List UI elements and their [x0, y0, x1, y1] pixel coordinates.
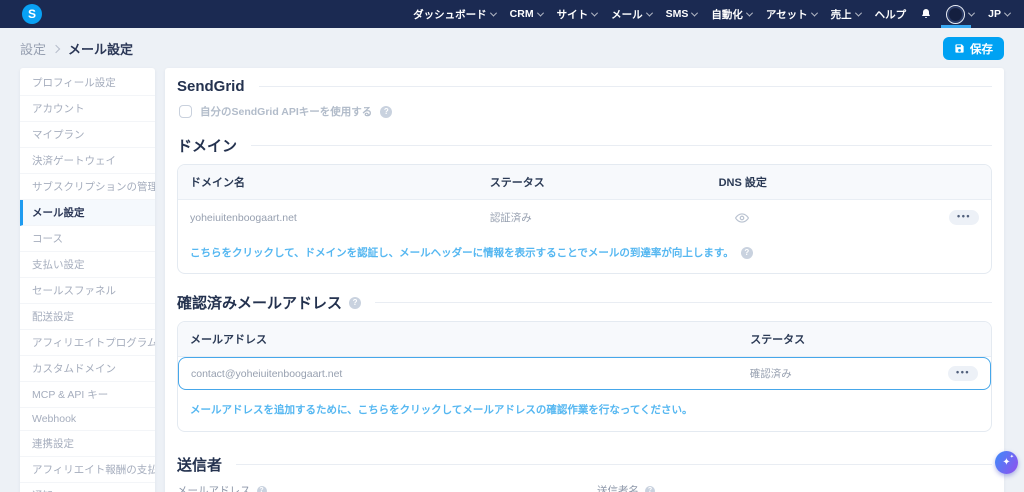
- domain-title: ドメイン: [177, 135, 237, 156]
- breadcrumb-separator-icon: [52, 44, 60, 52]
- avatar: [946, 5, 965, 24]
- chevron-down-icon: [968, 9, 975, 16]
- verified-emails-title: 確認済みメールアドレス: [177, 292, 342, 313]
- nav-help[interactable]: ヘルプ: [875, 7, 907, 22]
- help-icon[interactable]: ?: [741, 247, 753, 259]
- divider: [259, 86, 992, 87]
- domain-name-cell: yoheiuitenboogaart.net: [190, 212, 490, 224]
- breadcrumb-bar: 設定 メール設定 保存: [0, 28, 1024, 68]
- nav-sms[interactable]: SMS: [666, 8, 698, 20]
- settings-sidebar: プロフィール設定 アカウント マイプラン 決済ゲートウェイ サブスクリプションの…: [20, 68, 155, 492]
- nav-mail[interactable]: メール: [611, 7, 652, 22]
- nav-assets[interactable]: アセット: [766, 7, 817, 22]
- divider: [375, 302, 992, 303]
- chevron-down-icon: [646, 9, 653, 16]
- divider: [251, 145, 992, 146]
- sender-email-label: メールアドレス ?: [177, 483, 577, 492]
- domain-dns-header: DNS 設定: [719, 174, 893, 190]
- sendgrid-section-header: SendGrid: [177, 78, 992, 95]
- chevron-down-icon: [1004, 9, 1011, 16]
- sidebar-item-account[interactable]: アカウント: [20, 96, 155, 122]
- email-status-header: ステータス: [750, 331, 931, 347]
- email-row-actions-button[interactable]: •••: [948, 366, 978, 381]
- chevron-down-icon: [490, 9, 497, 16]
- domain-row-actions-button[interactable]: •••: [949, 210, 979, 225]
- chevron-down-icon: [691, 9, 698, 16]
- nav-site[interactable]: サイト: [557, 7, 598, 22]
- sender-fields: メールアドレス ? contact@yoheiuitenboogaart.net…: [177, 483, 992, 492]
- sender-title: 送信者: [177, 454, 222, 475]
- sidebar-item-profile[interactable]: プロフィール設定: [20, 70, 155, 96]
- sendgrid-api-key-label: 自分のSendGrid APIキーを使用する: [200, 104, 372, 119]
- help-icon[interactable]: ?: [380, 106, 392, 118]
- sidebar-item-sales-funnel[interactable]: セールスファネル: [20, 278, 155, 304]
- nav-automation[interactable]: 自動化: [711, 7, 752, 22]
- active-tab-indicator: [941, 25, 971, 28]
- help-icon[interactable]: ?: [645, 486, 655, 492]
- email-cell: contact@yoheiuitenboogaart.net: [191, 368, 750, 380]
- help-icon[interactable]: ?: [349, 297, 361, 309]
- sidebar-item-affiliate-program[interactable]: アフィリエイトプログラム: [20, 330, 155, 356]
- user-menu[interactable]: [946, 0, 974, 28]
- verified-emails-table-header: メールアドレス ステータス: [178, 322, 991, 357]
- app-logo[interactable]: S: [22, 4, 42, 24]
- mail-settings-panel: SendGrid 自分のSendGrid APIキーを使用する ? ドメイン ド…: [165, 68, 1004, 492]
- sidebar-item-myplan[interactable]: マイプラン: [20, 122, 155, 148]
- sender-section-header: 送信者: [177, 454, 992, 475]
- sidebar-item-shipping[interactable]: 配送設定: [20, 304, 155, 330]
- divider: [236, 464, 992, 465]
- domain-table: ドメイン名 ステータス DNS 設定 yoheiuitenboogaart.ne…: [177, 164, 992, 274]
- sidebar-item-course[interactable]: コース: [20, 226, 155, 252]
- sparkle-icon: ✦: [1010, 454, 1014, 460]
- domain-status-cell: 認証済み: [490, 210, 719, 225]
- sidebar-item-integrations[interactable]: 連携設定: [20, 431, 155, 457]
- save-button[interactable]: 保存: [943, 37, 1004, 60]
- sidebar-item-custom-domain[interactable]: カスタムドメイン: [20, 356, 155, 382]
- view-dns-eye-icon[interactable]: [719, 211, 893, 225]
- sidebar-item-webhook[interactable]: Webhook: [20, 408, 155, 431]
- sidebar-item-affiliate-payout[interactable]: アフィリエイト報酬の支払い: [20, 457, 155, 483]
- sidebar-item-subscriptions[interactable]: サブスクリプションの管理: [20, 174, 155, 200]
- language-selector[interactable]: JP: [988, 8, 1010, 20]
- sidebar-item-payment-gateway[interactable]: 決済ゲートウェイ: [20, 148, 155, 174]
- chevron-down-icon: [746, 9, 753, 16]
- email-status-cell: 確認済み: [750, 366, 930, 381]
- sidebar-item-mail-settings[interactable]: メール設定: [20, 200, 155, 226]
- chevron-down-icon: [591, 9, 598, 16]
- domain-name-header: ドメイン名: [190, 174, 490, 190]
- nav-dashboard[interactable]: ダッシュボード: [413, 7, 496, 22]
- domain-verify-link[interactable]: こちらをクリックして、ドメインを認証し、メールヘッダーに情報を表示することでメー…: [178, 241, 991, 273]
- email-header: メールアドレス: [190, 331, 750, 347]
- verified-emails-table: メールアドレス ステータス contact@yoheiuitenboogaart…: [177, 321, 992, 432]
- page-title: メール設定: [68, 39, 133, 58]
- sendgrid-title: SendGrid: [177, 78, 245, 95]
- add-email-link[interactable]: メールアドレスを追加するために、こちらをクリックしてメールアドレスの確認作業を行…: [178, 390, 991, 431]
- chevron-down-icon: [811, 9, 818, 16]
- help-icon[interactable]: ?: [257, 486, 267, 492]
- sendgrid-api-key-checkbox[interactable]: [179, 105, 192, 118]
- verified-email-row[interactable]: contact@yoheiuitenboogaart.net 確認済み •••: [178, 357, 991, 390]
- sidebar-item-notifications[interactable]: 通知: [20, 483, 155, 492]
- chevron-down-icon: [855, 9, 862, 16]
- sidebar-item-payment-settings[interactable]: 支払い設定: [20, 252, 155, 278]
- ai-assistant-fab[interactable]: ✦ ✦: [995, 451, 1018, 474]
- breadcrumb-settings[interactable]: 設定: [20, 39, 46, 58]
- verified-emails-section-header: 確認済みメールアドレス ?: [177, 292, 992, 313]
- domain-status-header: ステータス: [490, 174, 719, 190]
- chevron-down-icon: [537, 9, 544, 16]
- domain-table-header: ドメイン名 ステータス DNS 設定: [178, 165, 991, 200]
- nav-sales[interactable]: 売上: [831, 7, 861, 22]
- domain-section-header: ドメイン: [177, 135, 992, 156]
- sender-name-label: 送信者名 ?: [597, 483, 992, 492]
- top-navigation: S ダッシュボード CRM サイト メール SMS 自動化 アセット 売上 ヘル…: [0, 0, 1024, 28]
- save-icon: [954, 43, 965, 54]
- sendgrid-api-key-row: 自分のSendGrid APIキーを使用する ?: [179, 104, 992, 119]
- domain-table-row: yoheiuitenboogaart.net 認証済み •••: [178, 200, 991, 241]
- sidebar-item-mcp-api-key[interactable]: MCP & API キー: [20, 382, 155, 408]
- notification-bell-icon[interactable]: [920, 8, 932, 20]
- nav-crm[interactable]: CRM: [510, 8, 543, 20]
